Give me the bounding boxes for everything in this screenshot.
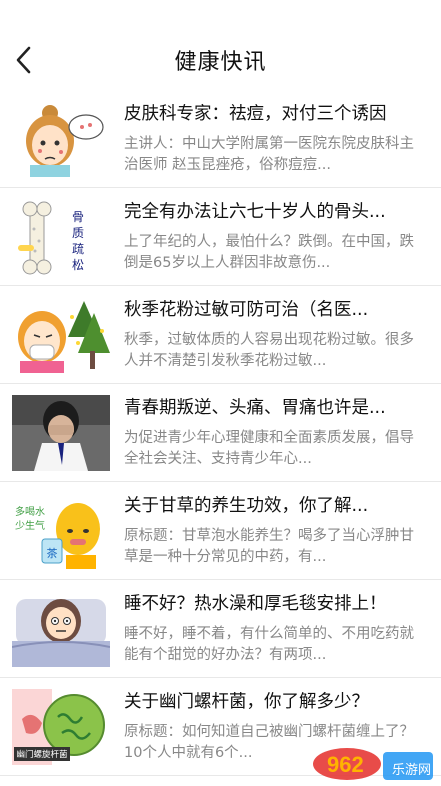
svg-text:少生气: 少生气 [15, 519, 45, 532]
article-summary: 为促进青少年心理健康和全面素质发展，倡导全社会关注、支持青少年心... [124, 430, 414, 467]
article-title: 关于甘草的养生功效，你了解... [124, 496, 369, 516]
svg-text:幽门螺旋杆菌: 幽门螺旋杆菌 [16, 749, 67, 760]
article-summary: 原标题：甘草泡水能养生？喝多了当心浮肿甘草是一种十分常见的中药，有... [124, 528, 414, 565]
crying-student-photo [12, 395, 110, 471]
article-summary: 主讲人：中山大学附属第一医院东院皮肤科主治医师 赵玉昆痤疮，俗称痘痘... [124, 136, 414, 173]
article-item[interactable]: 皮肤科专家：祛痘，对付三个诱因 主讲人：中山大学附属第一医院东院皮肤科主治医师 … [0, 90, 441, 188]
article-item[interactable]: 多喝水 少生气 茶 关于甘草的养生功效，你了解... 原标题：甘草泡水能养生？喝… [0, 482, 441, 580]
page-title: 健康快讯 [174, 50, 267, 75]
girl-acne-illustration [12, 101, 110, 177]
article-summary: 上了年纪的人，最怕什么？跌倒。在中国，跌倒是65岁以上人群因非故意伤... [124, 234, 414, 271]
svg-text:骨: 骨 [72, 210, 84, 224]
article-title: 完全有办法让六七十岁人的骨头... [124, 202, 386, 222]
svg-text:多喝水: 多喝水 [15, 505, 45, 518]
svg-text:962: 962 [327, 752, 364, 777]
watermark-site-text: 乐游网 [391, 762, 431, 777]
svg-text:质: 质 [72, 226, 84, 240]
sick-man-tea-illustration: 多喝水 少生气 茶 [12, 493, 110, 569]
pollen-allergy-mask-illustration [12, 297, 110, 373]
article-title: 青春期叛逆、头痛、胃痛也许是... [124, 398, 386, 418]
top-bar: 健康快讯 [0, 0, 441, 95]
article-summary: 睡不好，睡不着，有什么简单的、不用吃药就能有个甜觉的好办法？有两项... [124, 626, 414, 663]
article-item[interactable]: 睡不好？热水澡和厚毛毯安排上！ 睡不好，睡不着，有什么简单的、不用吃药就能有个甜… [0, 580, 441, 678]
article-summary: 秋季，过敏体质的人容易出现花粉过敏。很多人并不清楚引发秋季花粉过敏... [124, 332, 414, 369]
svg-text:松: 松 [72, 258, 84, 272]
osteoporosis-bone-illustration: 骨 质 疏 松 [12, 199, 110, 275]
article-title: 秋季花粉过敏可防可治（名医... [124, 300, 369, 320]
article-title: 皮肤科专家：祛痘，对付三个诱因 [124, 104, 387, 124]
svg-text:茶: 茶 [47, 547, 58, 560]
stomach-bacteria-illustration: 幽门螺旋杆菌 [12, 689, 110, 765]
svg-text:疏: 疏 [72, 241, 84, 256]
site-watermark: 962 乐游网 [307, 744, 437, 782]
sleepless-woman-illustration [12, 591, 110, 667]
article-title: 关于幽门螺杆菌，你了解多少？ [124, 692, 369, 712]
article-title: 睡不好？热水澡和厚毛毯安排上！ [124, 594, 387, 614]
article-list: 皮肤科专家：祛痘，对付三个诱因 主讲人：中山大学附属第一医院东院皮肤科主治医师 … [0, 90, 441, 776]
article-item[interactable]: 青春期叛逆、头痛、胃痛也许是... 为促进青少年心理健康和全面素质发展，倡导全社… [0, 384, 441, 482]
article-item[interactable]: 骨 质 疏 松 完全有办法让六七十岁人的骨头... 上了年纪的人，最怕什么？跌倒… [0, 188, 441, 286]
article-item[interactable]: 秋季花粉过敏可防可治（名医... 秋季，过敏体质的人容易出现花粉过敏。很多人并不… [0, 286, 441, 384]
